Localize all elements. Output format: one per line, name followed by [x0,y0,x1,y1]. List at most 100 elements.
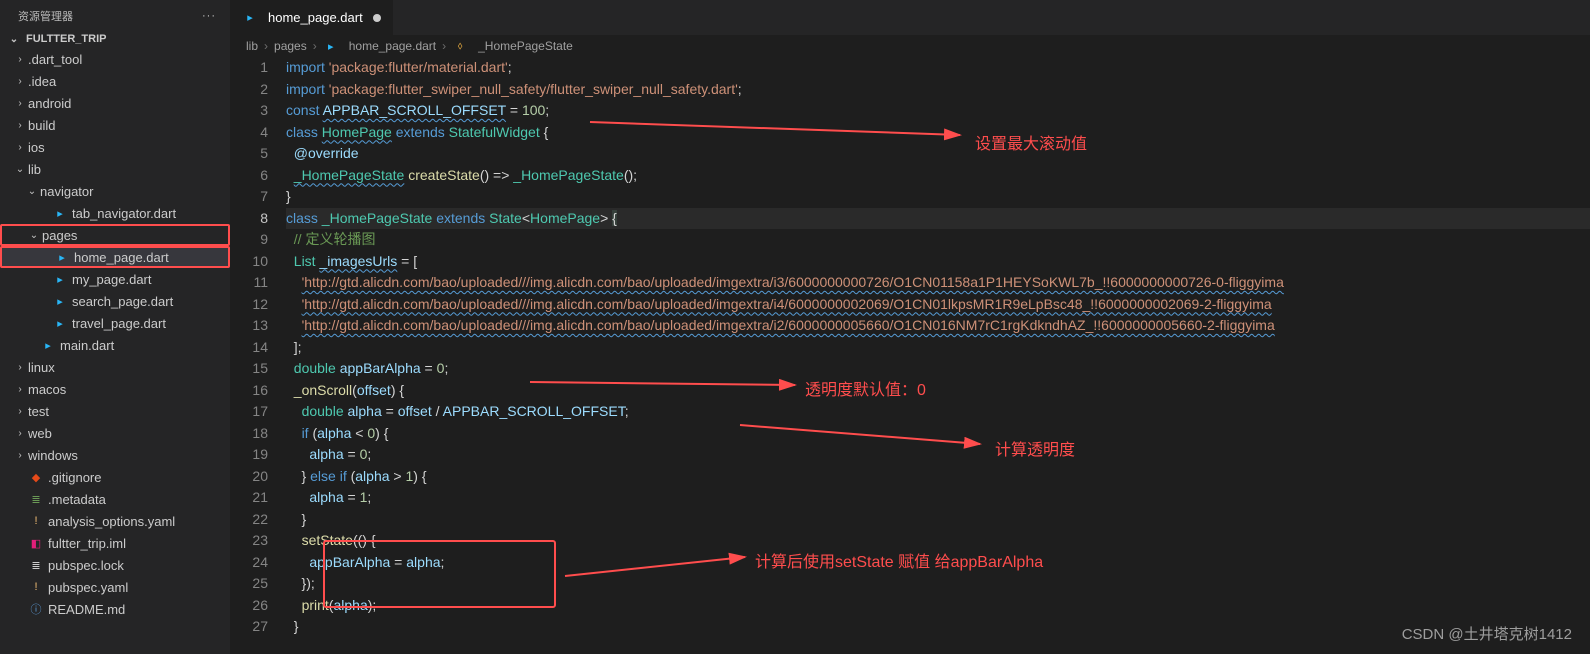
line-number: 11 [230,272,268,294]
more-actions-icon[interactable]: ··· [202,10,216,22]
code-line[interactable]: _HomePageState createState() => _HomePag… [286,165,1590,187]
tree-item-main-dart[interactable]: ▸ main.dart [0,334,230,356]
tree-item-label: test [28,404,230,419]
code-line[interactable]: if (alpha < 0) { [286,423,1590,445]
file-icon: ▸ [40,337,56,353]
code-line[interactable]: } else if (alpha > 1) { [286,466,1590,488]
line-number: 8 [230,208,268,230]
code-line[interactable]: setState(() { [286,530,1590,552]
tab-label: home_page.dart [268,10,363,25]
tree-item-label: .metadata [48,492,230,507]
tree-item-travel-page-dart[interactable]: ▸travel_page.dart [0,312,230,334]
code-line[interactable]: const APPBAR_SCROLL_OFFSET = 100; [286,100,1590,122]
line-number: 20 [230,466,268,488]
tree-item-label: travel_page.dart [72,316,230,331]
code-line[interactable]: 'http://gtd.alicdn.com/bao/uploaded///im… [286,294,1590,316]
tree-item-build[interactable]: build [0,114,230,136]
line-number: 27 [230,616,268,638]
code-line[interactable]: alpha = 1; [286,487,1590,509]
file-icon: ! [28,513,44,529]
code-line[interactable]: 'http://gtd.alicdn.com/bao/uploaded///im… [286,272,1590,294]
code-line[interactable]: } [286,509,1590,531]
breadcrumb[interactable]: lib›pages›▸home_page.dart›⬨_HomePageStat… [230,35,1590,57]
chevron-right-icon [12,76,28,87]
chevron-right-icon [12,98,28,109]
file-icon: ≣ [28,491,44,507]
tree-item-fultter-trip-iml[interactable]: ◧fultter_trip.iml [0,532,230,554]
tree-item-web[interactable]: web [0,422,230,444]
project-header[interactable]: FULTTER_TRIP [0,30,230,48]
tree-item-pubspec-lock[interactable]: ≣pubspec.lock [0,554,230,576]
tree-item-lib[interactable]: lib [0,158,230,180]
tree-item-macos[interactable]: macos [0,378,230,400]
line-number: 23 [230,530,268,552]
dart-file-icon: ▸ [242,10,258,26]
line-number: 1 [230,57,268,79]
code-line[interactable]: alpha = 0; [286,444,1590,466]
code-line[interactable]: import 'package:flutter/material.dart'; [286,57,1590,79]
code-line[interactable]: @override [286,143,1590,165]
breadcrumb-segment[interactable]: lib [246,39,258,53]
tree-item-linux[interactable]: linux [0,356,230,378]
code-line[interactable]: import 'package:flutter_swiper_null_safe… [286,79,1590,101]
code-line[interactable]: class HomePage extends StatefulWidget { [286,122,1590,144]
tree-item-android[interactable]: android [0,92,230,114]
chevron-right-icon [12,54,28,65]
chevron-right-icon [12,362,28,373]
tree-item--gitignore[interactable]: ◆.gitignore [0,466,230,488]
line-number: 10 [230,251,268,273]
tree-item-label: pubspec.yaml [48,580,230,595]
breadcrumb-segment[interactable]: pages [274,39,307,53]
tree-item--idea[interactable]: .idea [0,70,230,92]
line-number: 17 [230,401,268,423]
tree-item--dart-tool[interactable]: .dart_tool [0,48,230,70]
watermark: CSDN @土井塔克树1412 [1402,623,1572,644]
code-line[interactable]: } [286,186,1590,208]
tree-item-windows[interactable]: windows [0,444,230,466]
tree-item-test[interactable]: test [0,400,230,422]
code-line[interactable]: appBarAlpha = alpha; [286,552,1590,574]
code-line[interactable]: _onScroll(offset) { [286,380,1590,402]
tree-item-label: main.dart [60,338,230,353]
breadcrumb-segment[interactable]: _HomePageState [478,39,573,53]
code-line[interactable]: } [286,616,1590,638]
tree-item-label: macos [28,382,230,397]
line-number: 4 [230,122,268,144]
tree-item-analysis-options-yaml[interactable]: !analysis_options.yaml [0,510,230,532]
tree-item-label: README.md [48,602,230,617]
code-line[interactable]: List _imagesUrls = [ [286,251,1590,273]
tree-item-home-page-dart[interactable]: ▸home_page.dart [0,246,230,268]
file-icon: ▸ [52,293,68,309]
line-number: 21 [230,487,268,509]
explorer-actions: ··· [202,10,216,22]
code-line[interactable]: // 定义轮播图 [286,229,1590,251]
breadcrumb-segment[interactable]: home_page.dart [349,39,436,53]
tab-home-page[interactable]: ▸ home_page.dart [230,0,393,35]
tree-item-tab-navigator-dart[interactable]: ▸tab_navigator.dart [0,202,230,224]
tree-item-pubspec-yaml[interactable]: !pubspec.yaml [0,576,230,598]
code-line[interactable]: }); [286,573,1590,595]
tree-item--metadata[interactable]: ≣ .metadata [0,488,230,510]
tree-item-my-page-dart[interactable]: ▸my_page.dart [0,268,230,290]
tree-item-ios[interactable]: ios [0,136,230,158]
tree-item-pages[interactable]: pages [0,224,230,246]
tree-item-search-page-dart[interactable]: ▸ search_page.dart [0,290,230,312]
tree-item-navigator[interactable]: navigator [0,180,230,202]
code-editor[interactable]: 1234567891011121314151617181920212223242… [230,57,1590,654]
tree-item-label: build [28,118,230,133]
code-line[interactable]: print(alpha); [286,595,1590,617]
code-line[interactable]: double alpha = offset / APPBAR_SCROLL_OF… [286,401,1590,423]
tree-item-label: search_page.dart [72,294,230,309]
code-line[interactable]: ]; [286,337,1590,359]
tree-item-label: web [28,426,230,441]
code-line[interactable]: 'http://gtd.alicdn.com/bao/uploaded///im… [286,315,1590,337]
file-tree[interactable]: .dart_tool .ideaandroid build ioslib navigat… [0,48,230,654]
code-content[interactable]: import 'package:flutter/material.dart';i… [286,57,1590,654]
tree-item-readme-md[interactable]: ⓘREADME.md [0,598,230,620]
code-line[interactable]: double appBarAlpha = 0; [286,358,1590,380]
tree-item-label: navigator [40,184,230,199]
code-line[interactable]: class _HomePageState extends State<HomeP… [286,208,1590,230]
explorer-title: 资源管理器 [18,8,73,24]
dart-file-icon: ▸ [323,38,339,54]
tree-item-label: .dart_tool [28,52,230,67]
